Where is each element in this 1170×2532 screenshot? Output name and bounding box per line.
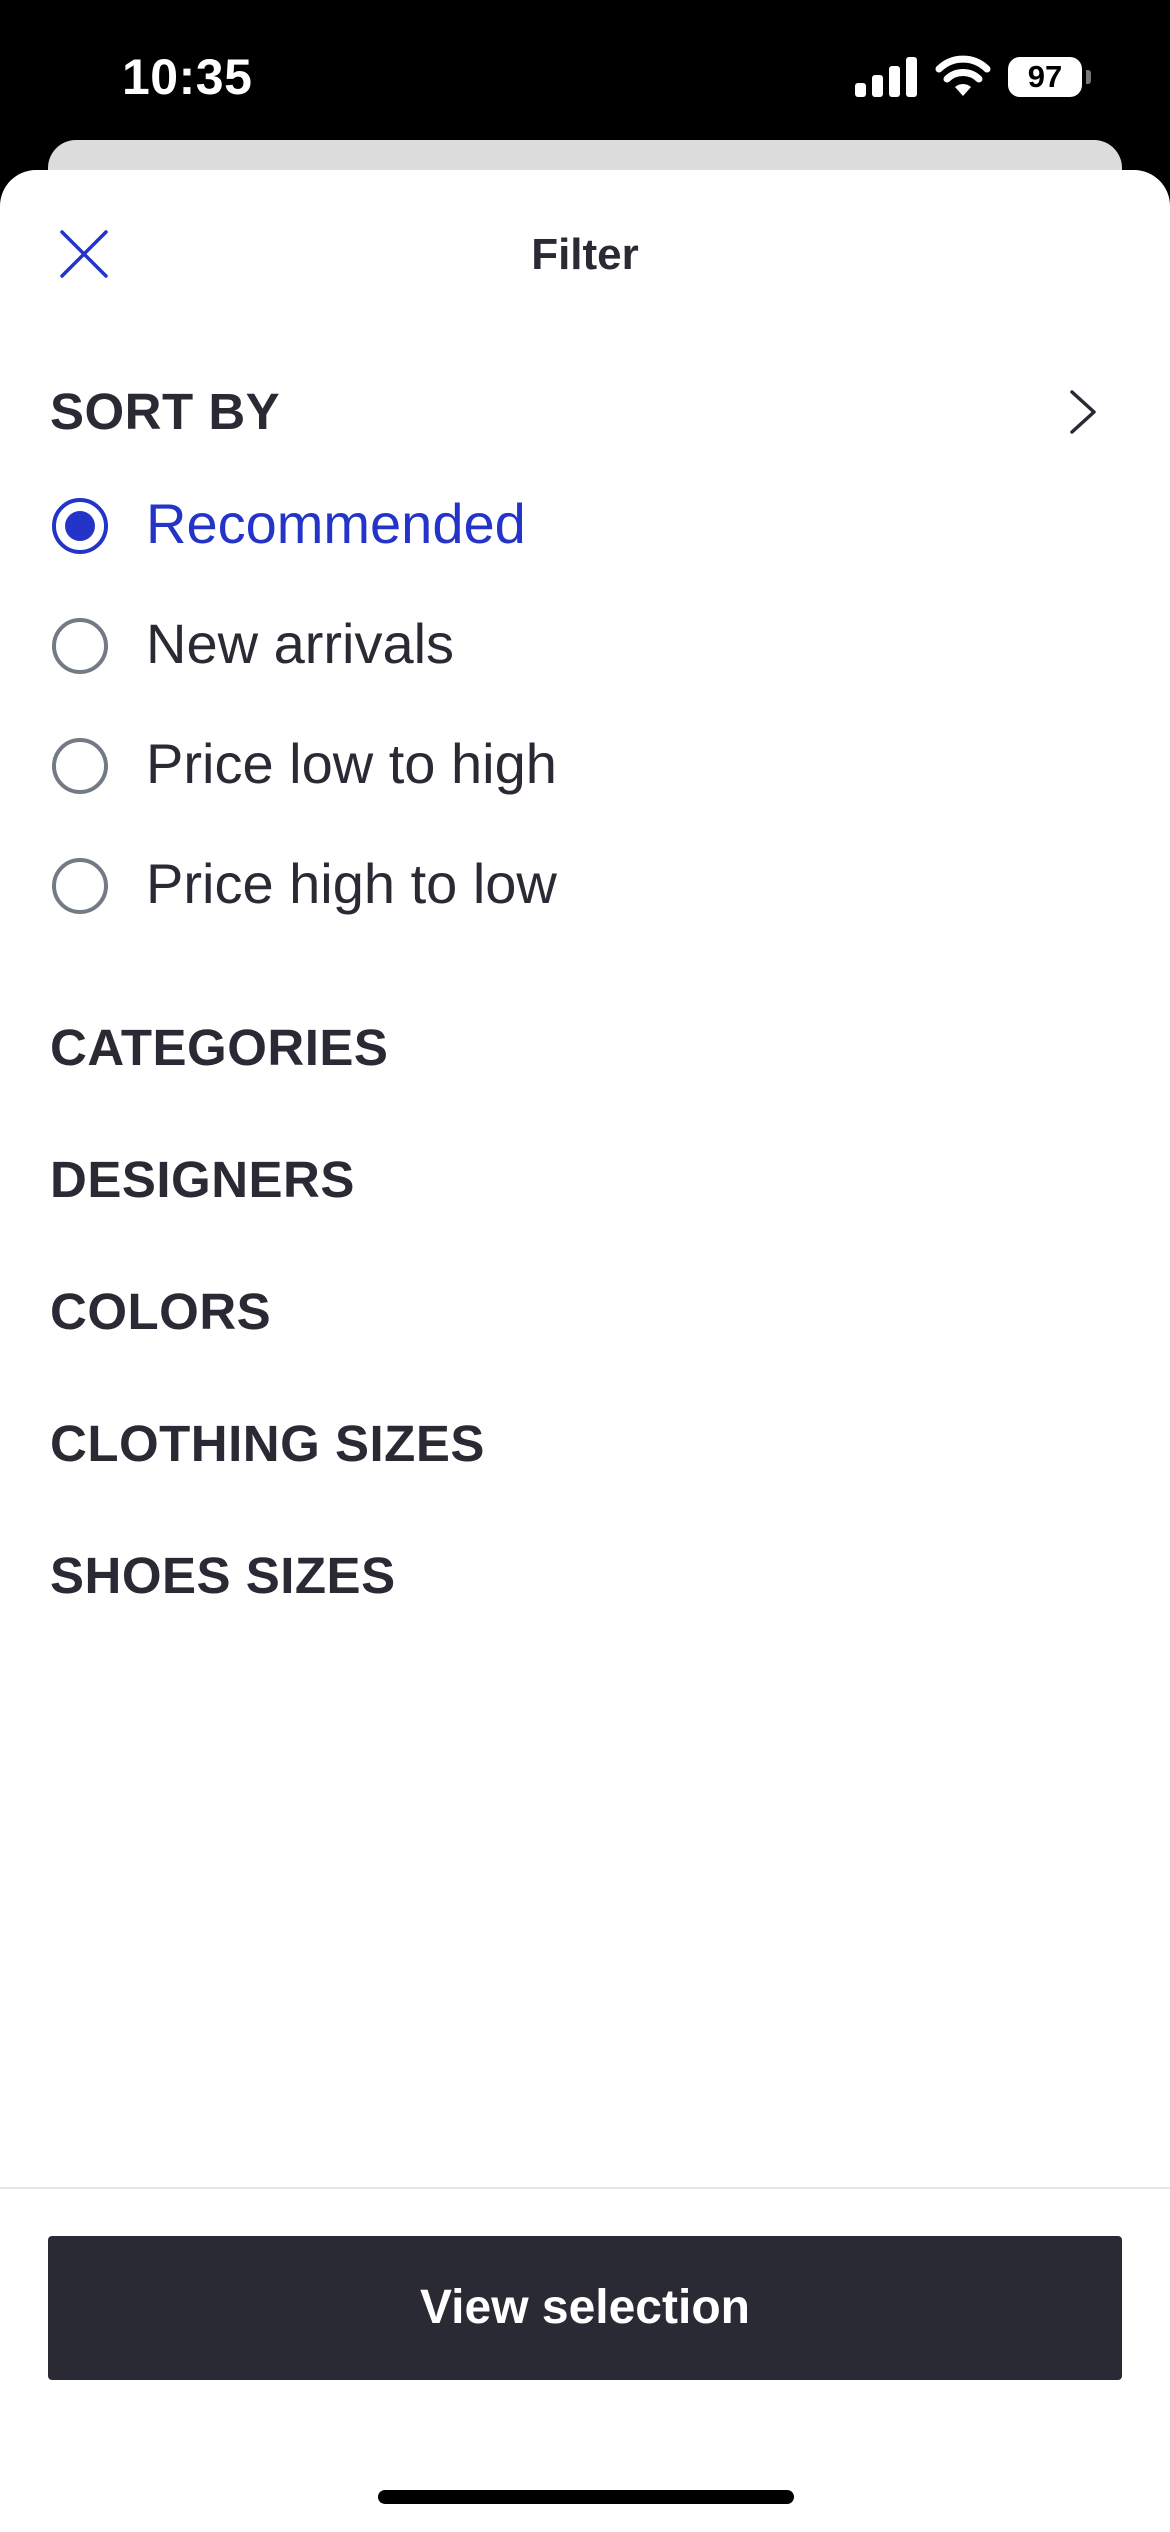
signal-icon	[855, 57, 917, 97]
sort-option-price-low-to-high[interactable]: Price low to high	[50, 723, 1050, 813]
sort-option-label: New arrivals	[146, 612, 455, 675]
sort-option-price-high-to-low[interactable]: Price high to low	[50, 843, 1050, 933]
sort-option-recommended[interactable]: Recommended	[50, 483, 1050, 573]
sort-option-label: Recommended	[146, 492, 526, 555]
battery-icon: 97	[1008, 57, 1091, 97]
chevron-right-icon	[1070, 390, 1096, 434]
section-shoes-sizes[interactable]: SHOES SIZES	[50, 1546, 396, 1605]
wifi-icon	[935, 55, 991, 96]
status-time: 10:35	[122, 49, 253, 105]
sort-by-row[interactable]: SORT BY	[0, 362, 1170, 462]
radio-button-selected[interactable]	[52, 498, 108, 554]
radio-button[interactable]	[52, 738, 108, 794]
section-clothing-sizes[interactable]: CLOTHING SIZES	[50, 1414, 485, 1473]
status-bar: 10:35 97	[0, 0, 1170, 150]
sort-by-header: SORT BY	[50, 383, 281, 440]
home-indicator	[378, 2490, 794, 2504]
filter-sheet: Filter SORT BY Recommended New arrivals …	[0, 170, 1170, 2532]
sort-option-new-arrivals[interactable]: New arrivals	[50, 603, 1050, 693]
section-categories[interactable]: CATEGORIES	[50, 1018, 388, 1077]
section-designers[interactable]: DESIGNERS	[50, 1150, 355, 1209]
footer-divider	[0, 2187, 1170, 2189]
sort-option-label: Price high to low	[146, 852, 557, 915]
sheet-title: Filter	[531, 230, 639, 279]
view-selection-button[interactable]: View selection	[48, 2236, 1122, 2380]
radio-button[interactable]	[52, 618, 108, 674]
radio-button[interactable]	[52, 858, 108, 914]
battery-level: 97	[1008, 57, 1082, 97]
section-colors[interactable]: COLORS	[50, 1282, 271, 1341]
sort-option-label: Price low to high	[146, 732, 557, 795]
